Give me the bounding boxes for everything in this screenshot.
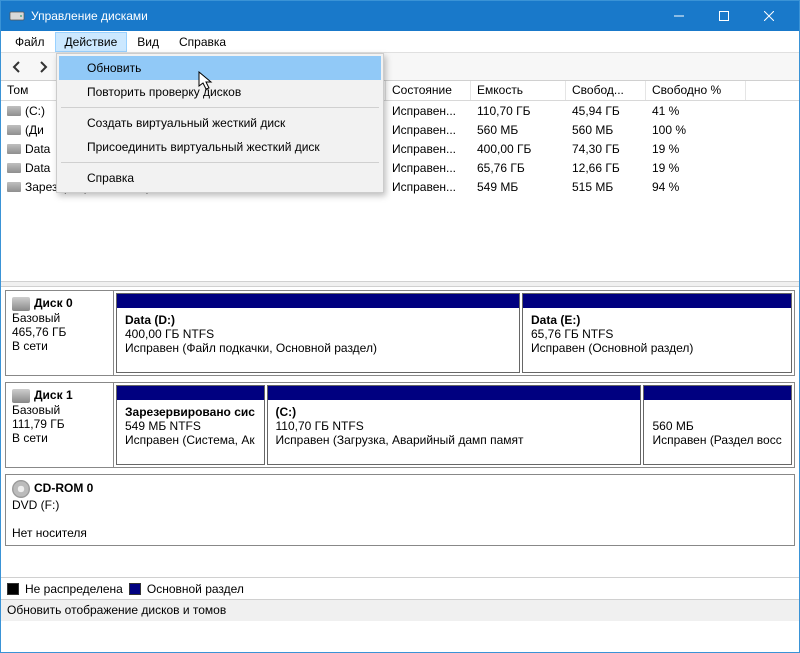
legend-primary-label: Основной раздел <box>147 582 244 596</box>
partition-bar <box>644 386 791 400</box>
dropdown-separator <box>61 162 379 163</box>
menubar: Файл Действие Вид Справка <box>1 31 799 53</box>
dropdown-attach-vhd[interactable]: Присоединить виртуальный жесткий диск <box>59 135 381 159</box>
dropdown-refresh[interactable]: Обновить <box>59 56 381 80</box>
legend: Не распределена Основной раздел <box>1 577 799 599</box>
forward-button[interactable] <box>31 55 55 79</box>
menu-help[interactable]: Справка <box>169 32 236 52</box>
minimize-button[interactable] <box>656 1 701 31</box>
app-icon <box>9 7 25 26</box>
partition-bar <box>523 294 791 308</box>
partition[interactable]: Зарезервировано сис549 МБ NTFSИсправен (… <box>116 385 265 465</box>
back-button[interactable] <box>5 55 29 79</box>
volume-icon <box>7 144 21 154</box>
disk-row[interactable]: Диск 1Базовый111,79 ГБВ сетиЗарезервиров… <box>5 382 795 468</box>
titlebar: Управление дисками <box>1 1 799 31</box>
partition[interactable]: Data (E:)65,76 ГБ NTFSИсправен (Основной… <box>522 293 792 373</box>
window-title: Управление дисками <box>31 9 656 23</box>
close-button[interactable] <box>746 1 791 31</box>
cdrom-name: CD-ROM 0 <box>34 481 93 495</box>
partition-bar <box>117 386 264 400</box>
volume-icon <box>7 182 21 192</box>
disk-map: Диск 0Базовый465,76 ГБВ сетиData (D:)400… <box>1 287 799 577</box>
volume-icon <box>7 106 21 116</box>
cdrom-row[interactable]: CD-ROM 0 DVD (F:) Нет носителя <box>5 474 795 546</box>
cdrom-status: Нет носителя <box>12 526 87 540</box>
dropdown-create-vhd[interactable]: Создать виртуальный жесткий диск <box>59 111 381 135</box>
col-freepct[interactable]: Свободно % <box>646 81 746 100</box>
col-free[interactable]: Свобод... <box>566 81 646 100</box>
legend-unalloc-swatch <box>7 583 19 595</box>
menu-file[interactable]: Файл <box>5 32 55 52</box>
cdrom-type: DVD (F:) <box>12 498 59 512</box>
action-dropdown: Обновить Повторить проверку дисков Созда… <box>56 53 384 193</box>
partition[interactable]: Data (D:)400,00 ГБ NTFSИсправен (Файл по… <box>116 293 520 373</box>
partition[interactable]: (C:)110,70 ГБ NTFSИсправен (Загрузка, Ав… <box>267 385 642 465</box>
legend-primary-swatch <box>129 583 141 595</box>
status-bar: Обновить отображение дисков и томов <box>1 599 799 621</box>
col-capacity[interactable]: Емкость <box>471 81 566 100</box>
dropdown-rescan[interactable]: Повторить проверку дисков <box>59 80 381 104</box>
partition-bar <box>117 294 519 308</box>
partition-bar <box>268 386 641 400</box>
menu-view[interactable]: Вид <box>127 32 169 52</box>
disk-icon <box>12 297 30 311</box>
dropdown-separator <box>61 107 379 108</box>
menu-action[interactable]: Действие <box>55 32 128 52</box>
col-state[interactable]: Состояние <box>386 81 471 100</box>
partition[interactable]: 560 МБИсправен (Раздел восс <box>643 385 792 465</box>
disk-row[interactable]: Диск 0Базовый465,76 ГБВ сетиData (D:)400… <box>5 290 795 376</box>
volume-icon <box>7 163 21 173</box>
legend-unalloc-label: Не распределена <box>25 582 123 596</box>
cdrom-icon <box>12 480 30 498</box>
maximize-button[interactable] <box>701 1 746 31</box>
disk-icon <box>12 389 30 403</box>
dropdown-help[interactable]: Справка <box>59 166 381 190</box>
volume-icon <box>7 125 21 135</box>
